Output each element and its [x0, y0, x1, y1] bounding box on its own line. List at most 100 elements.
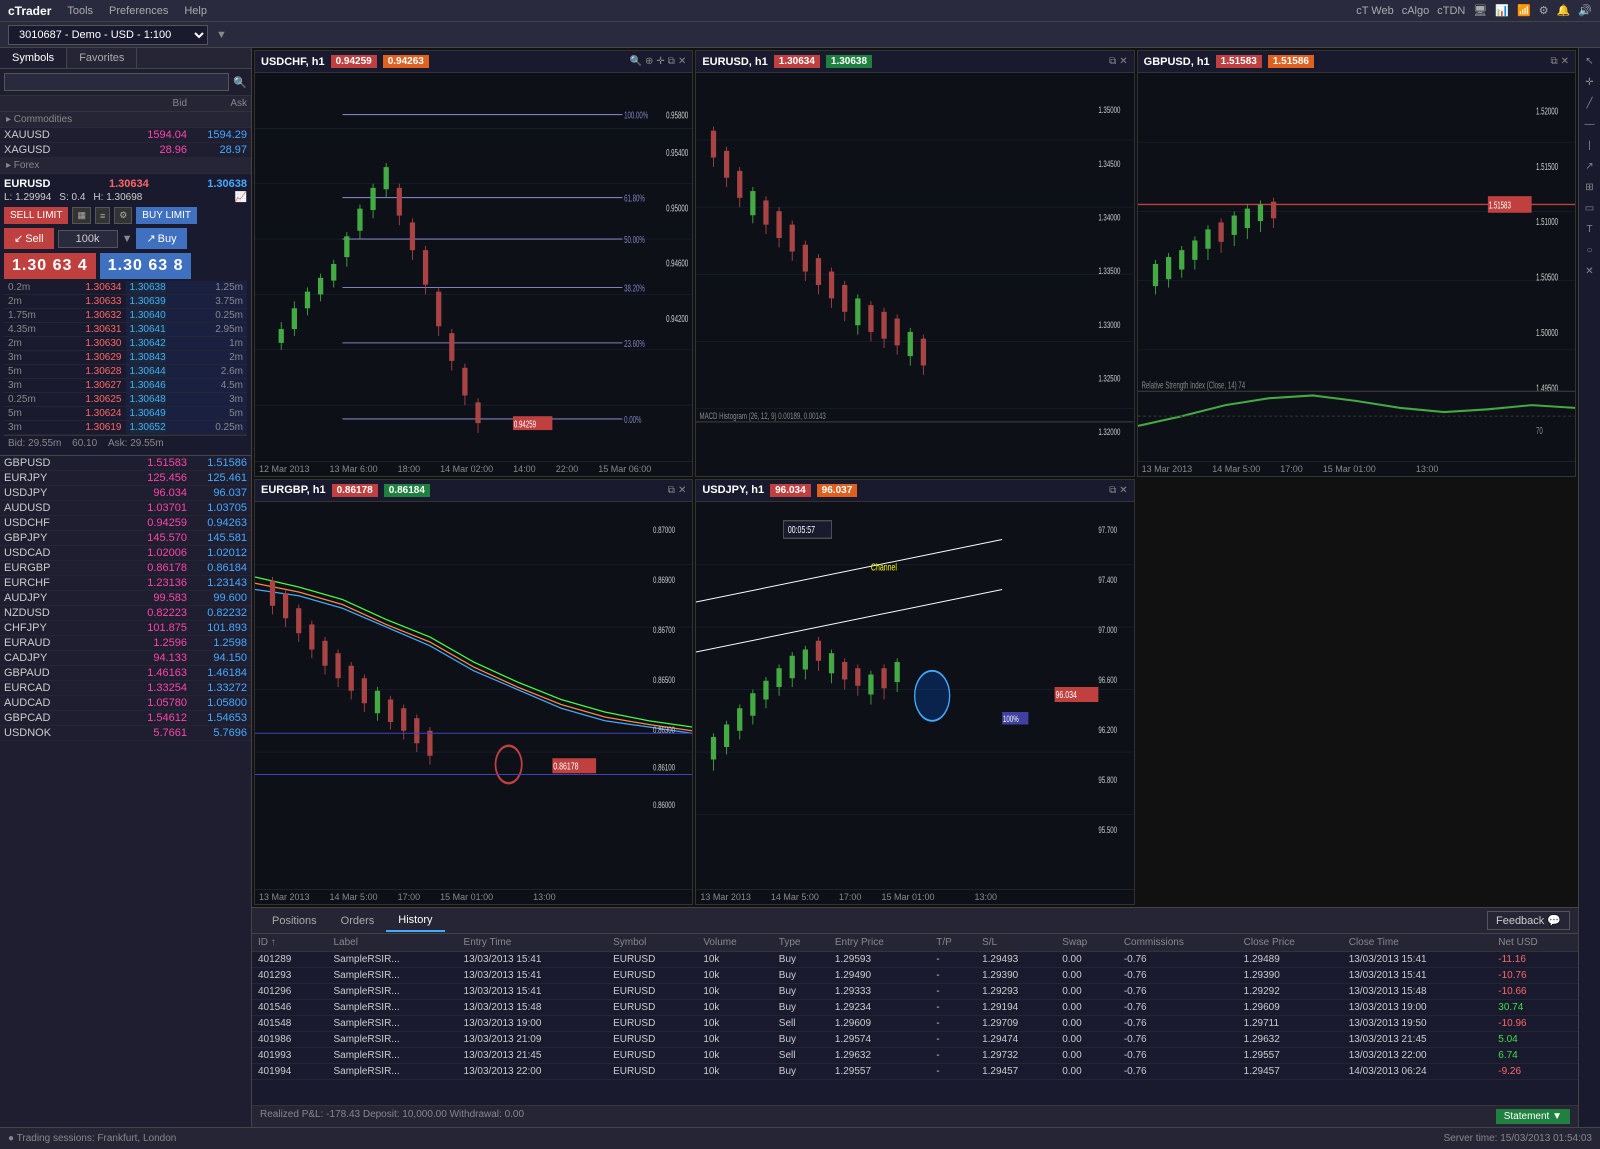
ctdn-link[interactable]: cTDN — [1437, 5, 1465, 17]
search-input[interactable] — [4, 73, 229, 91]
rt-cursor-icon[interactable]: ↖ — [1581, 52, 1599, 70]
menu-help[interactable]: Help — [184, 5, 207, 17]
svg-text:96.034: 96.034 — [1056, 688, 1078, 700]
eurgbp-ask-badge: 0.86184 — [384, 484, 430, 497]
col-swap[interactable]: Swap — [1056, 934, 1118, 952]
col-id[interactable]: ID ↑ — [252, 934, 328, 952]
account-selector[interactable]: 3010687 - Demo - USD - 1:100 — [8, 25, 208, 45]
rt-text-icon[interactable]: T — [1581, 220, 1599, 238]
col-bid: Bid — [127, 98, 187, 109]
ob-row: 1.308432m — [126, 351, 248, 365]
buy-limit-button[interactable]: BUY LIMIT — [136, 207, 197, 224]
tab-history[interactable]: History — [386, 910, 444, 932]
symbol-euraud[interactable]: EURAUD 1.2596 1.2598 — [0, 636, 251, 651]
close-chart-icon3[interactable]: ✕ — [1561, 56, 1569, 67]
symbol-eurchf[interactable]: EURCHF 1.23136 1.23143 — [0, 576, 251, 591]
symbol-audcad[interactable]: AUDCAD 1.05780 1.05800 — [0, 696, 251, 711]
tab-favorites[interactable]: Favorites — [67, 48, 137, 68]
col-sl[interactable]: S/L — [976, 934, 1056, 952]
zoom-in-icon[interactable]: 🔍 — [630, 56, 642, 67]
rt-vertical-icon[interactable]: | — [1581, 136, 1599, 154]
symbol-eurcad[interactable]: EURCAD 1.33254 1.33272 — [0, 681, 251, 696]
chart-body-gbpusd[interactable]: 1.51583 1.52000 1.51500 1.51000 1.50500 … — [1138, 73, 1575, 461]
category-commodities[interactable]: ▸ Commodities — [0, 112, 251, 128]
symbol-cadjpy[interactable]: CADJPY 94.133 94.150 — [0, 651, 251, 666]
svg-text:1.50000: 1.50000 — [1536, 328, 1558, 339]
grid-icon[interactable]: ▦ — [72, 207, 91, 224]
rt-horizontal-icon[interactable]: — — [1581, 115, 1599, 133]
rt-line-icon[interactable]: ╱ — [1581, 94, 1599, 112]
symbol-chfjpy[interactable]: CHFJPY 101.875 101.893 — [0, 621, 251, 636]
symbol-usdnok[interactable]: USDNOK 5.7661 5.7696 — [0, 726, 251, 741]
statement-button[interactable]: Statement ▼ — [1496, 1109, 1570, 1124]
symbol-gbpaud[interactable]: GBPAUD 1.46163 1.46184 — [0, 666, 251, 681]
svg-text:1.34500: 1.34500 — [1099, 159, 1122, 170]
col-tp[interactable]: T/P — [930, 934, 976, 952]
detach-icon4[interactable]: ⧉ — [668, 485, 675, 496]
svg-text:0.87000: 0.87000 — [653, 525, 675, 535]
col-volume[interactable]: Volume — [697, 934, 772, 952]
symbol-eurgbp[interactable]: EURGBP 0.86178 0.86184 — [0, 561, 251, 576]
col-symbol[interactable]: Symbol — [607, 934, 697, 952]
rt-fib-icon[interactable]: ⊞ — [1581, 178, 1599, 196]
symbol-audjpy[interactable]: AUDJPY 99.583 99.600 — [0, 591, 251, 606]
symbol-eurjpy[interactable]: EURJPY 125.456 125.461 — [0, 471, 251, 486]
menu-preferences[interactable]: Preferences — [109, 5, 168, 17]
col-entry-time[interactable]: Entry Time — [458, 934, 608, 952]
chart-body-usdjpy[interactable]: Channel 97.700 97.400 97.000 96.600 96.2… — [696, 502, 1133, 890]
zoom-out-icon[interactable]: ⊕ — [645, 56, 653, 67]
symbol-nzdusd[interactable]: NZDUSD 0.82223 0.82232 — [0, 606, 251, 621]
menu-tools[interactable]: Tools — [67, 5, 93, 17]
tab-orders[interactable]: Orders — [329, 911, 387, 931]
chart-body-eurusd[interactable]: 1.35000 1.34500 1.34000 1.33500 1.33000 … — [696, 73, 1133, 476]
chart-body-usdchf[interactable]: 100.00% 61.80% 50.00% 38.20% 23.60% 0.00… — [255, 73, 692, 461]
close-chart-icon5[interactable]: ✕ — [1119, 485, 1127, 496]
symbol-xagusd[interactable]: XAGUSD 28.96 28.97 — [0, 143, 251, 158]
sell-button[interactable]: ↙ Sell — [4, 228, 54, 249]
detach-icon5[interactable]: ⧉ — [1109, 485, 1116, 496]
detach-icon[interactable]: ⧉ — [668, 56, 675, 67]
col-type[interactable]: Type — [773, 934, 829, 952]
calgo-link[interactable]: cAlgo — [1402, 5, 1430, 17]
chart-body-eurgbp[interactable]: 0.87000 0.86900 0.86700 0.86500 0.86300 … — [255, 502, 692, 890]
chart-gbpusd: GBPUSD, h1 1.51583 1.51586 ⧉ ✕ — [1137, 50, 1576, 477]
buy-button[interactable]: ↗ Buy — [136, 228, 186, 249]
chart-link-icon[interactable]: 📈 — [235, 192, 247, 203]
close-chart-icon[interactable]: ✕ — [678, 56, 686, 67]
symbol-usdjpy[interactable]: USDJPY 96.034 96.037 — [0, 486, 251, 501]
rt-crosshair-icon[interactable]: ✛ — [1581, 73, 1599, 91]
rt-rect-icon[interactable]: ▭ — [1581, 199, 1599, 217]
right-toolbar: ↖ ✛ ╱ — | ↗ ⊞ ▭ T ○ ✕ — [1578, 48, 1600, 1127]
tab-symbols[interactable]: Symbols — [0, 48, 67, 68]
symbol-audusd[interactable]: AUDUSD 1.03701 1.03705 — [0, 501, 251, 516]
detach-icon2[interactable]: ⧉ — [1109, 56, 1116, 67]
list-icon[interactable]: ≡ — [95, 207, 110, 224]
svg-text:0.86100: 0.86100 — [653, 762, 675, 772]
settings-small-icon[interactable]: ⚙ — [114, 207, 132, 224]
amount-input[interactable] — [58, 230, 118, 248]
detach-icon3[interactable]: ⧉ — [1550, 56, 1557, 67]
tab-positions[interactable]: Positions — [260, 911, 329, 931]
feedback-button[interactable]: Feedback 💬 — [1487, 911, 1570, 930]
symbol-gbpusd[interactable]: GBPUSD 1.51583 1.51586 — [0, 456, 251, 471]
col-commission[interactable]: Commissions — [1118, 934, 1238, 952]
col-close-time[interactable]: Close Time — [1343, 934, 1493, 952]
symbol-xauusd[interactable]: XAUUSD 1594.04 1594.29 — [0, 128, 251, 143]
sell-limit-button[interactable]: SELL LIMIT — [4, 207, 68, 224]
rt-trend-icon[interactable]: ↗ — [1581, 157, 1599, 175]
col-close-price[interactable]: Close Price — [1238, 934, 1343, 952]
category-forex[interactable]: ▸ Forex — [0, 158, 251, 174]
close-chart-icon2[interactable]: ✕ — [1119, 56, 1127, 67]
col-net-usd[interactable]: Net USD — [1492, 934, 1578, 952]
rt-delete-icon[interactable]: ✕ — [1581, 262, 1599, 280]
rt-ellipse-icon[interactable]: ○ — [1581, 241, 1599, 259]
symbol-gbpcad[interactable]: GBPCAD 1.54612 1.54653 — [0, 711, 251, 726]
ct-web-link[interactable]: cT Web — [1356, 5, 1394, 17]
crosshair-icon[interactable]: ✛ — [656, 56, 664, 67]
symbol-usdchf[interactable]: USDCHF 0.94259 0.94263 — [0, 516, 251, 531]
col-label[interactable]: Label — [328, 934, 458, 952]
close-chart-icon4[interactable]: ✕ — [678, 485, 686, 496]
symbol-usdcad[interactable]: USDCAD 1.02006 1.02012 — [0, 546, 251, 561]
symbol-gbpjpy[interactable]: GBPJPY 145.570 145.581 — [0, 531, 251, 546]
col-entry-price[interactable]: Entry Price — [829, 934, 930, 952]
